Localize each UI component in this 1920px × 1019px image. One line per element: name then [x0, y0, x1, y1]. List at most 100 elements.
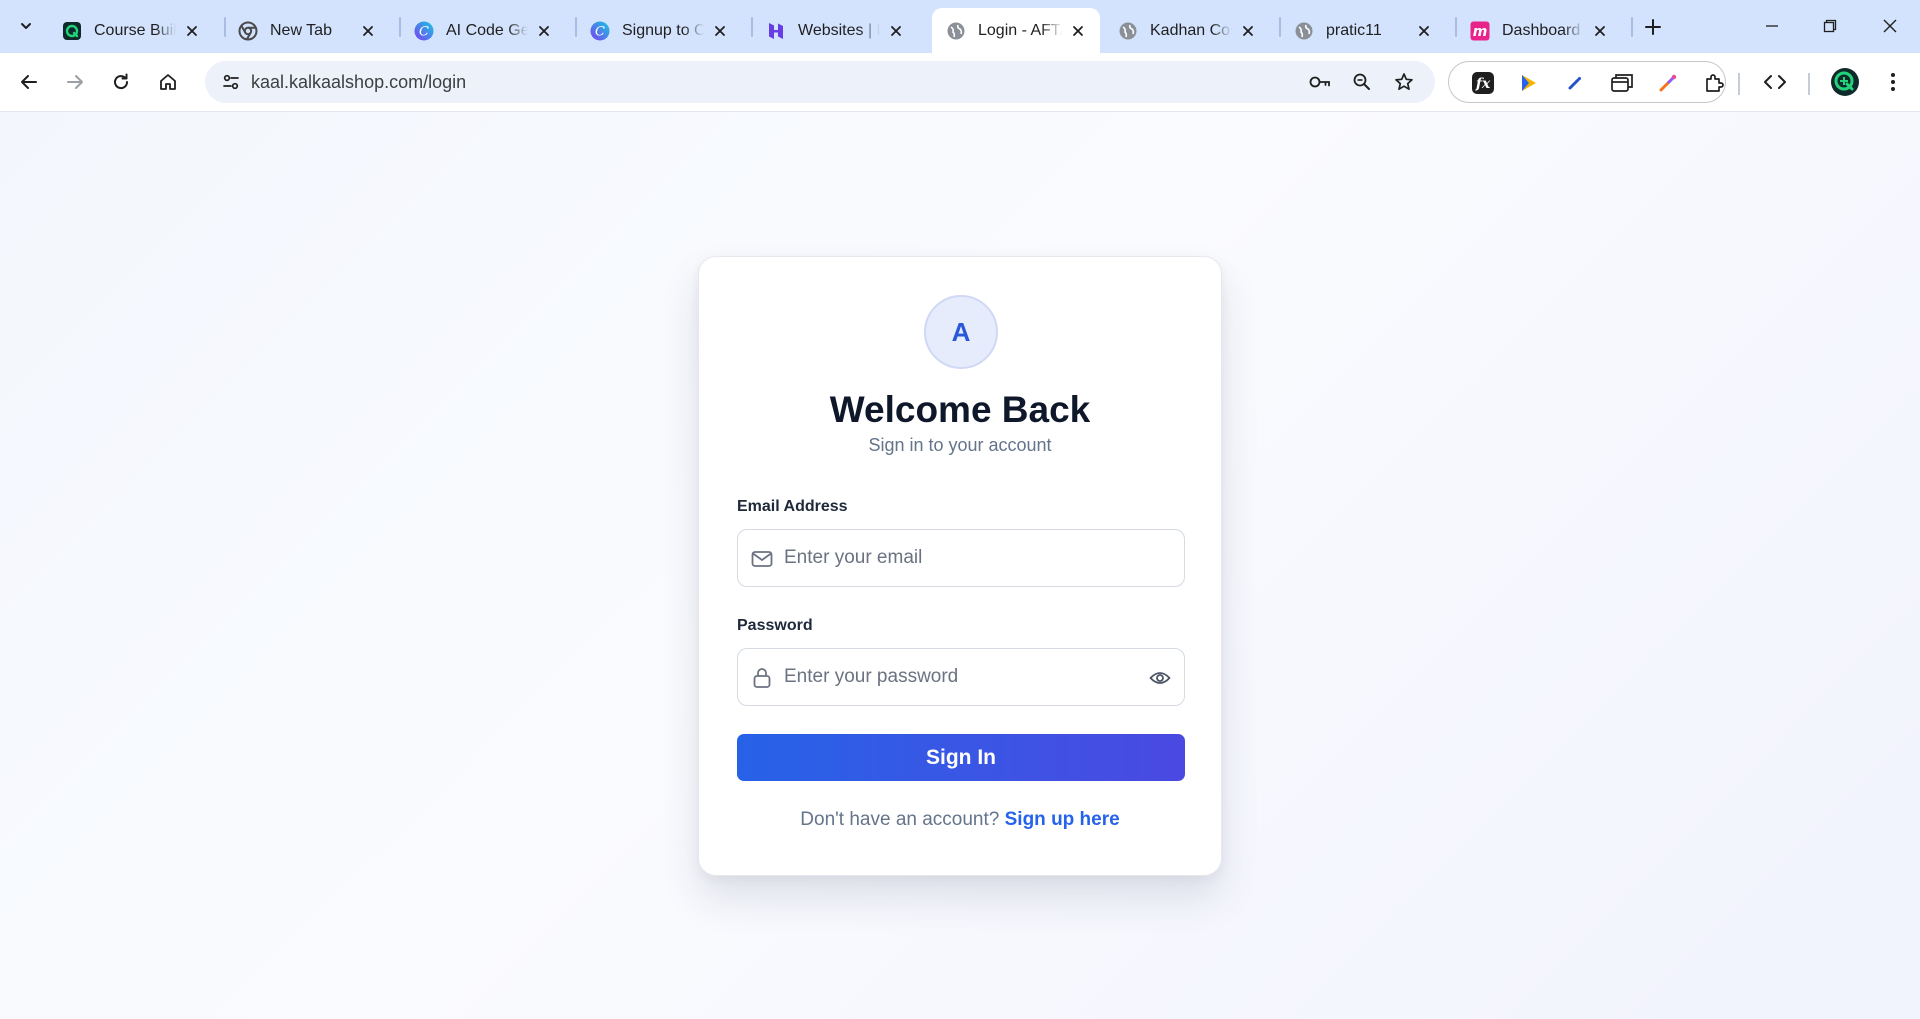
close-window-button[interactable] — [1870, 10, 1910, 42]
toolbar-divider — [1808, 73, 1810, 95]
globe-icon — [946, 21, 966, 41]
more-vertical-icon — [1891, 73, 1895, 91]
page-title: Welcome Back — [829, 389, 1091, 430]
mail-icon — [750, 547, 774, 571]
home-icon — [160, 74, 176, 90]
reload-icon — [114, 73, 129, 90]
code-icon — [1764, 75, 1786, 89]
arrow-cursor-extension-icon — [1522, 75, 1536, 91]
avatar: A — [924, 295, 998, 369]
bookmark-button[interactable] — [1388, 66, 1420, 98]
window-extension-button[interactable] — [1605, 66, 1639, 100]
tab-websites-hostinger[interactable]: Websites | Hostinger — [752, 8, 918, 53]
lock-icon — [750, 666, 774, 690]
sign-in-button[interactable]: Sign In — [737, 734, 1185, 781]
close-icon[interactable] — [1590, 21, 1610, 41]
arrow-right-icon — [67, 75, 83, 89]
svg-text:C: C — [419, 24, 429, 39]
password-manager-button[interactable] — [1304, 66, 1336, 98]
back-button[interactable] — [12, 65, 46, 99]
new-tab-button[interactable] — [1638, 12, 1668, 42]
forward-button[interactable] — [58, 65, 92, 99]
arrow-cursor-extension-button[interactable] — [1512, 66, 1546, 100]
tab-dashboard[interactable]: m Dashboard — [1456, 8, 1622, 53]
zoom-out-icon — [1353, 73, 1370, 90]
extensions-button[interactable] — [1697, 66, 1731, 100]
menu-button[interactable] — [1876, 65, 1910, 99]
course-builder-icon — [62, 21, 82, 41]
tab-new-tab[interactable]: New Tab — [224, 8, 390, 53]
tab-title: Course Builder — [94, 21, 176, 39]
hostinger-icon — [766, 21, 786, 41]
email-field[interactable] — [737, 529, 1185, 587]
pen-extension-button[interactable] — [1558, 66, 1592, 100]
close-icon[interactable] — [710, 21, 730, 41]
url-text[interactable]: kaal.kalkaalshop.com/login — [251, 72, 466, 93]
tune-icon — [223, 74, 239, 90]
restore-button[interactable] — [1810, 10, 1850, 42]
zoom-button[interactable] — [1346, 66, 1378, 98]
password-label: Password — [737, 617, 813, 634]
window-extension-icon — [1611, 74, 1633, 92]
close-icon — [1883, 19, 1897, 33]
tab-divider — [1631, 17, 1633, 37]
extensions-group: fx — [1448, 61, 1726, 103]
globe-icon — [1118, 21, 1138, 41]
close-icon[interactable] — [358, 21, 378, 41]
tab-ai-code-generator[interactable]: C AI Code Generator — [400, 8, 566, 53]
email-input[interactable] — [784, 530, 1144, 586]
close-icon[interactable] — [534, 21, 554, 41]
signup-prompt-text: Don't have an account? — [800, 809, 1000, 830]
globe-icon — [1294, 21, 1314, 41]
tab-signup-canva[interactable]: C Signup to Canva — [576, 8, 742, 53]
arrow-left-icon — [21, 75, 37, 89]
signup-link[interactable]: Sign up here — [1005, 809, 1120, 830]
page-background: A Welcome Back Sign in to your account E… — [0, 112, 1920, 1019]
password-field[interactable] — [737, 648, 1185, 706]
fx-extension-button[interactable]: fx — [1466, 66, 1500, 100]
eye-icon[interactable] — [1148, 666, 1172, 690]
home-button[interactable] — [151, 65, 185, 99]
profile-button[interactable] — [1828, 65, 1862, 99]
tab-title: New Tab — [270, 21, 332, 39]
close-icon[interactable] — [1238, 21, 1258, 41]
close-icon[interactable] — [1414, 21, 1434, 41]
color-picker-extension-button[interactable] — [1651, 66, 1685, 100]
chevron-down-icon — [21, 23, 31, 29]
tab-kadhan[interactable]: Kadhan Cosmetics — [1104, 8, 1270, 53]
page-subtitle: Sign in to your account — [868, 435, 1052, 455]
tab-title: Dashboard — [1502, 21, 1581, 39]
key-icon — [1309, 76, 1330, 88]
site-info-button[interactable] — [215, 66, 247, 98]
browser-toolbar: kaal.kalkaalshop.com/login fx — [0, 53, 1920, 112]
minimize-icon — [1766, 25, 1778, 27]
close-icon[interactable] — [886, 21, 906, 41]
tab-course-builder[interactable]: Course Builder — [48, 8, 214, 53]
puzzle-icon — [1706, 74, 1724, 92]
tab-title: Websites | Hostinger — [798, 21, 880, 39]
address-bar[interactable]: kaal.kalkaalshop.com/login — [205, 61, 1435, 103]
m-brand-icon: m — [1470, 21, 1490, 41]
chrome-icon — [238, 21, 258, 41]
tab-title: Login - AFTAB — [978, 21, 1062, 39]
tab-pratic11[interactable]: pratic11 — [1280, 8, 1446, 53]
signup-prompt: Don't have an account? Sign up here — [699, 809, 1221, 831]
tab-title: AI Code Generator — [446, 21, 528, 39]
password-input[interactable] — [784, 649, 1144, 705]
toolbar-divider — [1738, 73, 1740, 95]
svg-text:m: m — [1473, 24, 1488, 40]
tab-title: pratic11 — [1326, 21, 1382, 39]
restore-icon — [1823, 19, 1837, 33]
login-card: A Welcome Back Sign in to your account E… — [698, 256, 1222, 876]
minimize-button[interactable] — [1752, 10, 1792, 42]
devtools-button[interactable] — [1758, 65, 1792, 99]
svg-text:C: C — [595, 24, 605, 39]
close-icon[interactable] — [1068, 21, 1088, 41]
tab-search-button[interactable] — [11, 11, 41, 41]
fx-extension-icon: fx — [1472, 72, 1494, 94]
canva-icon: C — [414, 21, 434, 41]
close-icon[interactable] — [182, 21, 202, 41]
tab-login-active[interactable]: Login - AFTAB — [932, 8, 1100, 53]
reload-button[interactable] — [104, 65, 138, 99]
svg-text:fx: fx — [1475, 76, 1491, 92]
